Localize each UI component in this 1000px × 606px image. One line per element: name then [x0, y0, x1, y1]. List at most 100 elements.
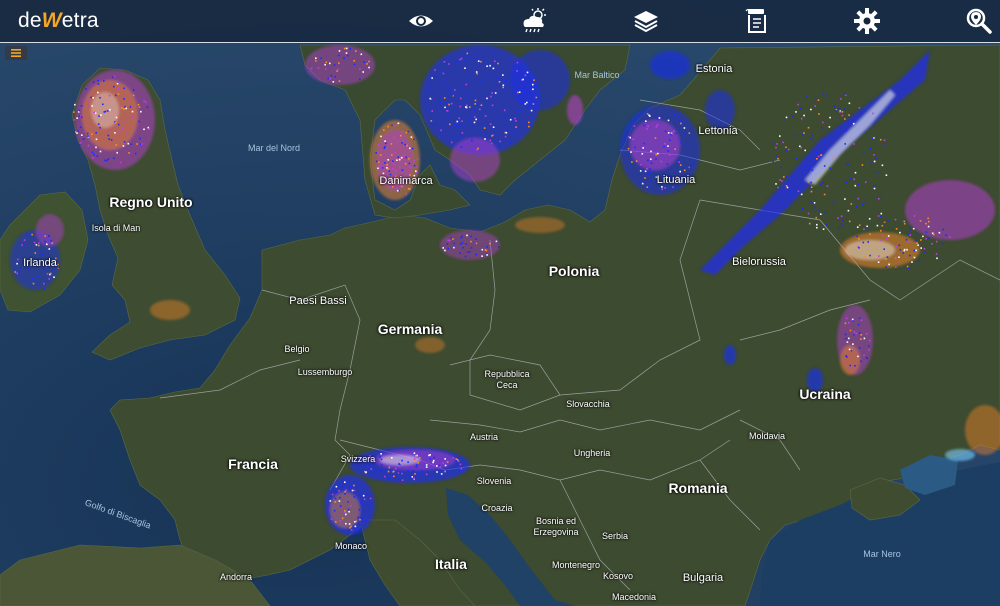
radar-speckle: [863, 354, 865, 357]
radar-speckle: [459, 463, 462, 466]
radar-speckle: [18, 272, 20, 274]
radar-speckle: [486, 97, 488, 100]
radar-speckle: [849, 366, 851, 369]
radar-speckle: [490, 142, 493, 145]
radar-speckle: [370, 468, 372, 470]
radar-speckle: [913, 215, 916, 217]
radar-speckle: [498, 246, 500, 248]
radar-speckle: [310, 67, 313, 70]
radar-speckle: [121, 107, 123, 109]
radar-speckle: [448, 103, 450, 106]
radar-speckle: [467, 55, 469, 57]
radar-speckle: [663, 145, 665, 148]
radar-speckle: [388, 170, 390, 172]
radar-speckle: [35, 244, 38, 246]
radar-speckle: [785, 185, 788, 187]
radar-speckle: [143, 128, 145, 131]
radar-speckle: [401, 472, 403, 475]
radar-speckle: [799, 107, 802, 109]
radar-speckle: [683, 127, 686, 129]
app-logo[interactable]: deWetra: [18, 9, 99, 33]
radar-speckle: [97, 79, 99, 82]
documents-button[interactable]: [739, 4, 775, 38]
radar-speckle: [339, 496, 341, 499]
radar-speckle: [333, 509, 336, 512]
radar-speckle: [74, 103, 76, 106]
radar-speckle: [95, 138, 98, 141]
radar-speckle: [391, 160, 394, 162]
search-location-button[interactable]: [961, 4, 997, 38]
radar-speckle: [804, 149, 806, 152]
radar-speckle: [409, 147, 411, 150]
radar-speckle: [779, 135, 781, 137]
radar-speckle: [504, 135, 507, 138]
weather-button[interactable]: [515, 4, 551, 38]
radar-speckle: [441, 134, 444, 136]
radar-speckle: [800, 117, 803, 120]
radar-speckle: [855, 205, 857, 208]
radar-speckle: [432, 76, 435, 78]
radar-speckle: [384, 140, 386, 142]
radar-speckle: [404, 163, 407, 165]
radar-speckle: [368, 66, 370, 69]
radar-speckle: [446, 470, 449, 473]
radar-speckle: [73, 119, 75, 121]
radar-speckle: [524, 93, 527, 95]
radar-speckle: [109, 108, 111, 111]
radar-speckle: [48, 248, 51, 250]
radar-speckle: [346, 481, 349, 483]
gear-icon: [854, 8, 880, 34]
radar-speckle: [104, 110, 107, 113]
view-button[interactable]: [403, 4, 439, 38]
radar-speckle: [407, 130, 410, 133]
radar-speckle: [920, 247, 922, 249]
radar-speckle: [363, 498, 366, 501]
radar-speckle: [366, 63, 368, 65]
layers-button[interactable]: [628, 4, 664, 38]
radar-speckle: [330, 518, 333, 520]
radar-speckle: [405, 131, 408, 134]
radar-speckle: [384, 475, 386, 478]
radar-speckle: [822, 181, 824, 184]
radar-speckle: [392, 163, 395, 165]
label-austria: Austria: [469, 432, 499, 442]
label-lituania: Lituania: [656, 174, 696, 186]
radar-speckle: [461, 120, 463, 122]
radar-speckle: [48, 278, 50, 280]
radar-speckle: [18, 270, 21, 273]
radar-speckle: [393, 136, 395, 138]
radar-speckle: [415, 454, 417, 457]
radar-speckle: [484, 138, 486, 140]
side-menu-toggle[interactable]: [5, 46, 27, 60]
radar-speckle: [130, 143, 133, 145]
radar-speckle: [505, 114, 507, 117]
map-canvas[interactable]: [0, 0, 1000, 606]
radar-speckle: [474, 116, 476, 118]
radar-speckle: [526, 90, 529, 93]
radar-speckle: [883, 143, 885, 145]
radar-speckle: [877, 261, 880, 263]
radar-speckle: [407, 187, 410, 190]
radar-speckle: [468, 119, 471, 121]
radar-speckle: [380, 453, 382, 455]
radar-speckle: [477, 147, 479, 150]
radar-speckle: [122, 128, 124, 130]
radar-speckle: [475, 71, 478, 73]
radar-speckle: [497, 77, 500, 80]
radar-speckle: [368, 464, 371, 466]
radar-speckle: [786, 186, 789, 189]
radar-speckle: [870, 161, 873, 164]
radar-speckle: [814, 105, 816, 107]
radar-speckle: [853, 331, 856, 333]
radar-speckle: [903, 248, 906, 251]
radar-speckle: [867, 241, 869, 243]
eye-icon: [409, 15, 433, 27]
radar-speckle: [379, 164, 381, 166]
radar-speckle: [388, 466, 391, 469]
radar-speckle: [863, 337, 866, 340]
radar-speckle: [811, 138, 813, 141]
radar-speckle: [825, 94, 828, 97]
radar-speckle: [521, 101, 524, 104]
settings-button[interactable]: [849, 4, 885, 38]
radar-speckle: [680, 141, 682, 144]
